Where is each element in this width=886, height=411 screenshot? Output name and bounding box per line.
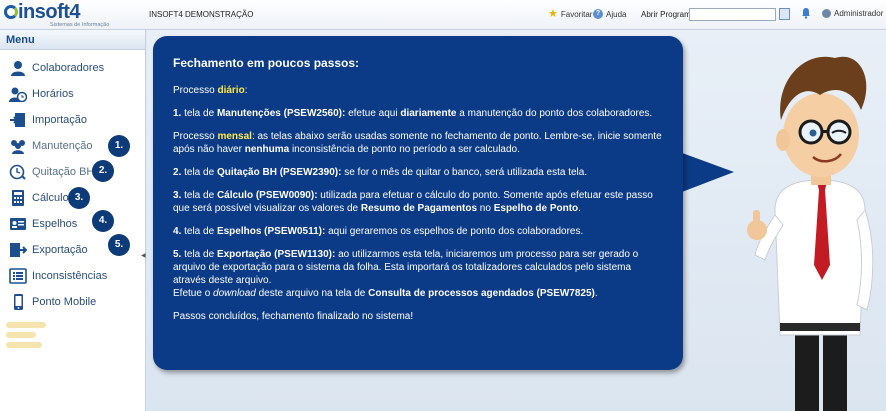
favorite-button[interactable]: ★ Favoritar bbox=[548, 8, 593, 20]
import-icon bbox=[10, 113, 25, 127]
user-icon bbox=[822, 9, 831, 18]
id-card-icon bbox=[10, 218, 26, 230]
open-program-button[interactable] bbox=[779, 8, 790, 20]
app-title: INSOFT4 DEMONSTRAÇÃO bbox=[149, 10, 254, 19]
sidebar-item-importacao[interactable]: Importação bbox=[0, 108, 146, 132]
group-icon bbox=[11, 140, 25, 154]
step-1-text: 1. tela de Manutenções (PSEW2560): efetu… bbox=[173, 108, 653, 119]
help-icon: ? bbox=[593, 9, 603, 19]
clock-icon bbox=[9, 164, 26, 180]
sidebar-item-label: Quitação BH bbox=[32, 166, 95, 178]
collapse-arrow-icon[interactable]: ◀ bbox=[141, 252, 146, 259]
bubble-title: Fechamento em poucos passos: bbox=[173, 56, 360, 70]
step-2-text: 2. tela de Quitação BH (PSEW2390): se fo… bbox=[173, 167, 588, 178]
step-5-text: 5. tela de Exportação (PSEW1130): ao uti… bbox=[173, 249, 639, 299]
sidebar-item-label: Cálculo bbox=[32, 192, 69, 204]
menu-title: Menu bbox=[0, 30, 145, 50]
logo-mark-icon bbox=[4, 5, 18, 19]
export-icon bbox=[10, 243, 27, 257]
sidebar-item-label: Inconsistências bbox=[32, 270, 108, 282]
step-badge-4: 4. bbox=[92, 210, 114, 232]
sidebar-item-label: Horários bbox=[32, 88, 74, 100]
speech-bubble-tail bbox=[674, 150, 734, 195]
daily-process-heading: Processo diário: bbox=[173, 85, 248, 96]
blurred-menu-item bbox=[6, 332, 36, 338]
logo-subtitle: Sistemas de Informação bbox=[50, 22, 110, 28]
step-4-text: 4. tela de Espelhos (PSEW0511): aqui ger… bbox=[173, 226, 584, 237]
logo-text: insoft4 bbox=[18, 1, 81, 23]
step-badge-3: 3. bbox=[68, 187, 90, 209]
conclusion-text: Passos concluídos, fechamento finalizado… bbox=[173, 311, 414, 322]
person-clock-icon bbox=[9, 87, 27, 102]
step-badge-2: 2. bbox=[92, 160, 114, 182]
favorite-label: Favoritar bbox=[560, 9, 593, 19]
top-bar: insoft4 Sistemas de Informação INSOFT4 D… bbox=[0, 0, 886, 30]
sidebar: Menu Colaboradores Horários Importação M… bbox=[0, 30, 146, 411]
sidebar-item-label: Importação bbox=[32, 114, 88, 126]
sidebar-item-inconsistencias[interactable]: Inconsistências bbox=[0, 264, 146, 288]
logo[interactable]: insoft4 Sistemas de Informação bbox=[0, 0, 146, 30]
user-menu[interactable]: Administrador ▼ bbox=[822, 9, 886, 18]
open-program-input[interactable] bbox=[689, 8, 776, 21]
star-icon: ★ bbox=[548, 8, 558, 20]
person-icon bbox=[11, 61, 25, 76]
sidebar-item-quitacao-bh[interactable]: Quitação BH bbox=[0, 160, 146, 184]
sidebar-item-label: Manutenção bbox=[32, 140, 93, 152]
cartoon-character bbox=[747, 56, 874, 411]
mobile-icon bbox=[14, 294, 23, 310]
sidebar-item-label: Exportação bbox=[32, 244, 88, 256]
blurred-menu-item bbox=[6, 322, 46, 328]
sidebar-item-colaboradores[interactable]: Colaboradores bbox=[0, 56, 146, 80]
help-label: Ajuda bbox=[606, 9, 627, 19]
list-icon bbox=[9, 268, 27, 284]
sidebar-item-horarios[interactable]: Horários bbox=[0, 82, 146, 106]
bell-icon[interactable] bbox=[801, 7, 811, 19]
blurred-menu-item bbox=[6, 342, 42, 348]
calculator-icon bbox=[12, 190, 24, 206]
help-button[interactable]: ? Ajuda bbox=[593, 9, 626, 19]
user-label: Administrador bbox=[834, 9, 884, 18]
speech-bubble: Fechamento em poucos passos: Processo di… bbox=[153, 36, 683, 370]
sidebar-item-ponto-mobile[interactable]: Ponto Mobile bbox=[0, 290, 146, 314]
sidebar-item-label: Ponto Mobile bbox=[32, 296, 97, 308]
monthly-process-text: Processo mensal: as telas abaixo serão u… bbox=[173, 131, 662, 155]
step-badge-5: 5. bbox=[108, 234, 130, 256]
step-badge-1: 1. bbox=[108, 135, 130, 157]
step-3-text: 3. tela de Cálculo (PSEW0090): utilizada… bbox=[173, 190, 653, 214]
sidebar-item-espelhos[interactable]: Espelhos bbox=[0, 212, 146, 236]
sidebar-item-label: Espelhos bbox=[32, 218, 78, 230]
sidebar-item-label: Colaboradores bbox=[32, 62, 105, 74]
